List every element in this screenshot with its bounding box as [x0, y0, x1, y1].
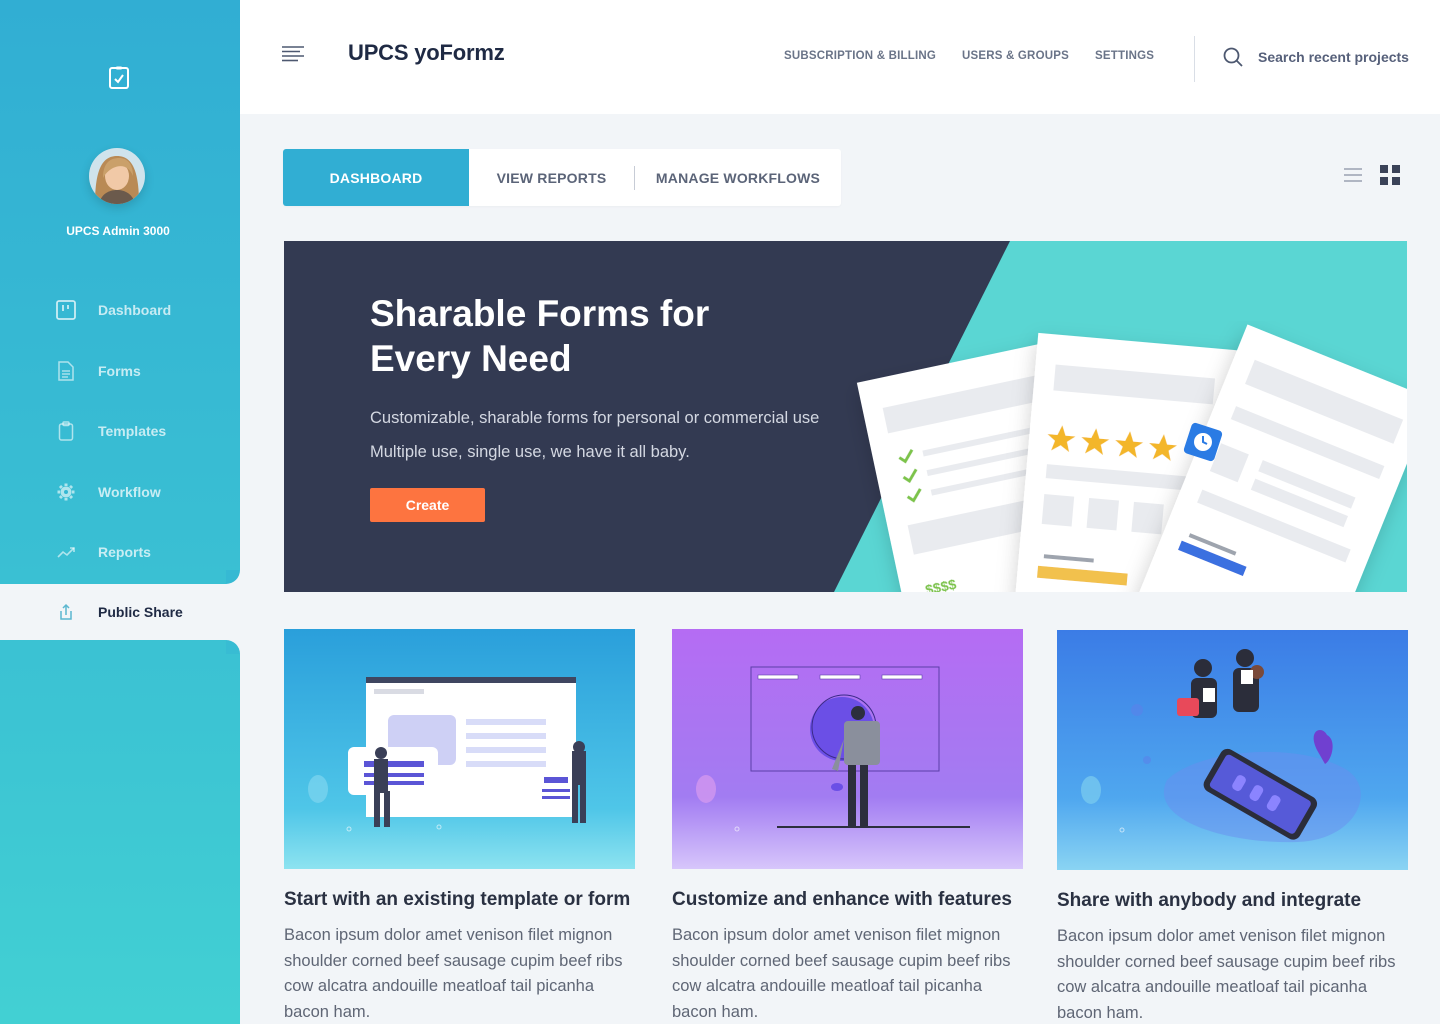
card-text: Bacon ipsum dolor amet venison filet mig… [672, 926, 1011, 1021]
sidebar-item-workflow[interactable]: Workflow [0, 462, 240, 522]
active-notch [226, 570, 240, 584]
customize-illustration [672, 629, 1023, 869]
nav-link-users-groups[interactable]: USERS & GROUPS [962, 50, 1069, 62]
sidebar-item-forms[interactable]: Forms [0, 341, 240, 401]
tab-view-reports[interactable]: VIEW REPORTS [469, 149, 634, 206]
avatar[interactable] [89, 148, 145, 204]
create-button[interactable]: Create [370, 488, 485, 522]
search-input[interactable] [1258, 44, 1418, 70]
template-illustration [284, 629, 635, 869]
grid-view-icon[interactable] [1380, 165, 1400, 185]
gear-icon [55, 481, 77, 503]
sidebar-item-dashboard[interactable]: Dashboard [0, 280, 240, 340]
app-title: UPCS yoFormz [348, 40, 505, 65]
share-icon [55, 601, 77, 623]
tab-bar: DASHBOARD VIEW REPORTS MANAGE WORKFLOWS [283, 149, 841, 206]
menu-icon[interactable] [282, 46, 304, 62]
card-title: Share with anybody and integrate [1057, 890, 1362, 911]
card-text: Bacon ipsum dolor amet venison filet mig… [284, 926, 623, 1021]
clipboard-icon [55, 420, 77, 442]
dashboard-icon [55, 299, 77, 321]
share-illustration [1057, 630, 1408, 870]
trend-icon [55, 541, 77, 563]
hero-banner: Sharable Forms for Every Need Customizab… [284, 241, 1407, 592]
sidebar-item-label: Forms [98, 363, 141, 379]
document-icon [55, 360, 77, 382]
sidebar-item-label: Dashboard [98, 302, 172, 318]
app-logo-icon[interactable] [108, 66, 130, 90]
admin-name: UPCS Admin 3000 [66, 224, 170, 238]
active-notch [226, 640, 240, 654]
nav-link-subscription-billing[interactable]: SUBSCRIPTION & BILLING [784, 50, 936, 62]
card-title: Start with an existing template or form [284, 889, 631, 910]
feature-card-templates[interactable]: Start with an existing template or form … [284, 629, 635, 1024]
hero-subtitle-line-1: Customizable, sharable forms for persona… [370, 409, 820, 427]
hero-subtitle: Customizable, sharable forms for persona… [370, 401, 819, 469]
card-title: Customize and enhance with features [672, 889, 1012, 910]
forms-illustration: $$$$ [856, 324, 1407, 592]
sidebar-item-templates[interactable]: Templates [0, 401, 240, 461]
list-view-icon[interactable] [1344, 166, 1362, 184]
sidebar-item-reports[interactable]: Reports [0, 522, 240, 582]
search-icon[interactable] [1222, 46, 1244, 68]
sidebar-item-label: Workflow [98, 484, 161, 500]
hero-title: Sharable Forms for Every Need [370, 293, 710, 379]
sidebar-item-label: Templates [98, 423, 167, 439]
hero-subtitle-line-2: Multiple use, single use, we have it all… [370, 443, 690, 461]
header-divider [1194, 36, 1195, 82]
card-text: Bacon ipsum dolor amet venison filet mig… [1057, 927, 1396, 1022]
feature-card-share[interactable]: Share with anybody and integrate Bacon i… [1057, 630, 1408, 1024]
sidebar: UPCS Admin 3000 Dashboard Forms Template… [0, 0, 240, 1024]
tab-dashboard[interactable]: DASHBOARD [283, 149, 469, 206]
sidebar-item-public-share[interactable]: Public Share [0, 584, 240, 640]
sidebar-item-label: Public Share [98, 604, 183, 620]
nav-link-settings[interactable]: SETTINGS [1095, 50, 1154, 62]
tab-manage-workflows[interactable]: MANAGE WORKFLOWS [635, 149, 841, 206]
feature-card-customize[interactable]: Customize and enhance with features Baco… [672, 629, 1023, 1024]
top-header: UPCS yoFormz SUBSCRIPTION & BILLING USER… [240, 0, 1440, 114]
sidebar-item-label: Reports [98, 544, 151, 560]
